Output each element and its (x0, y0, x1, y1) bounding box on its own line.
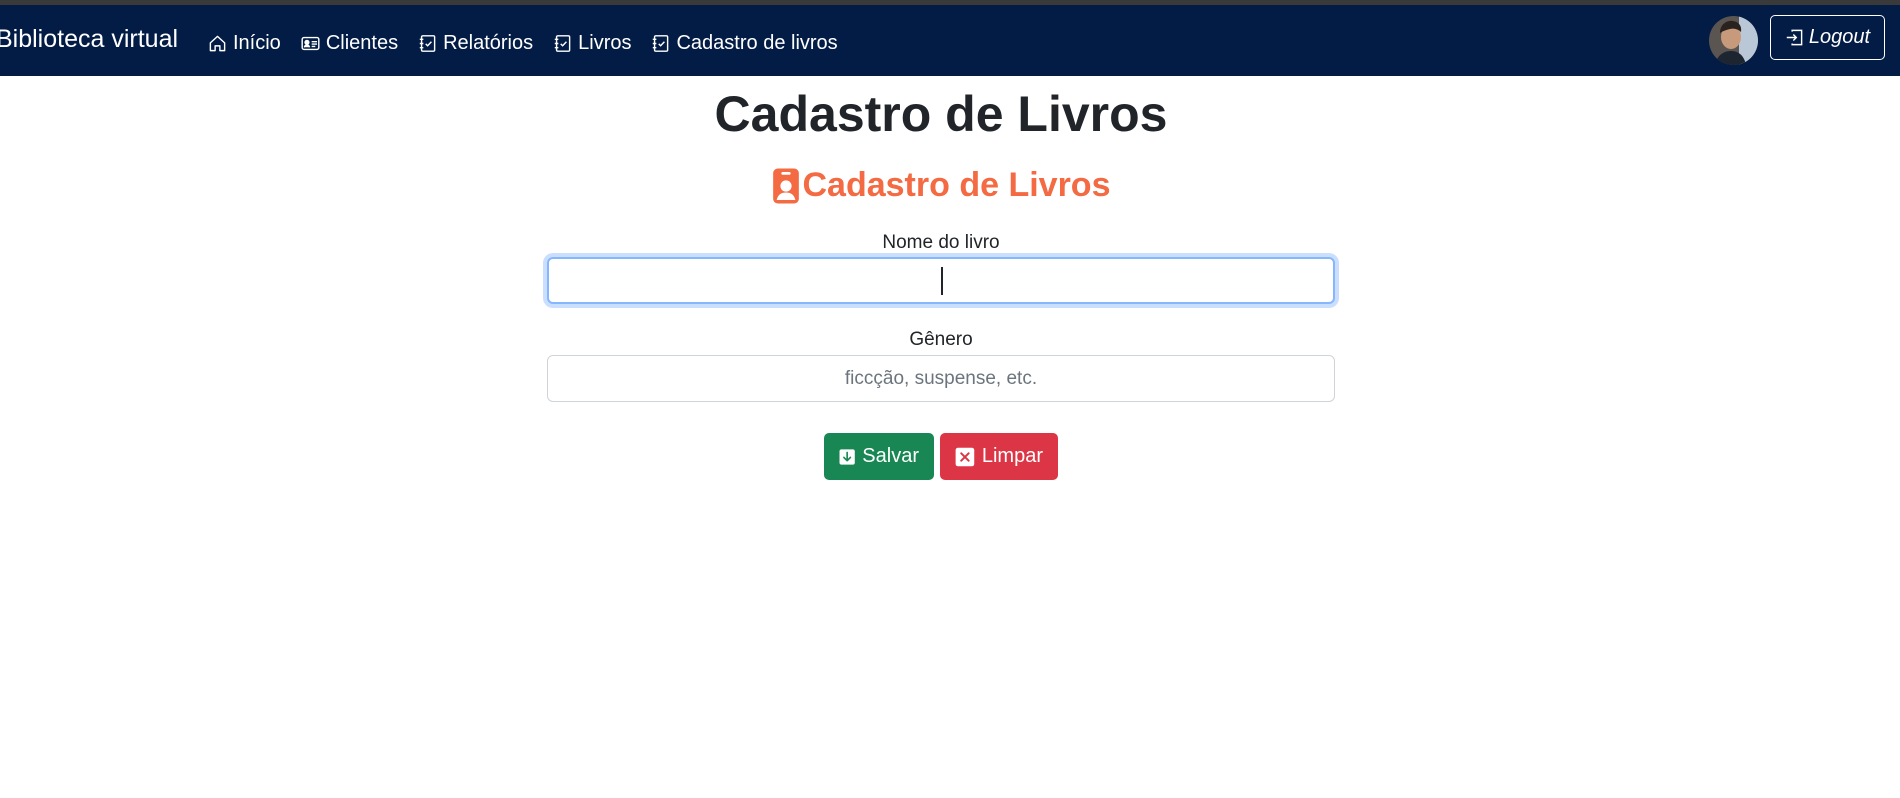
logout-label: Logout (1808, 26, 1871, 48)
logout-button[interactable]: Logout (1770, 15, 1885, 60)
nav-item-label: Livros (578, 31, 632, 54)
clear-button[interactable]: Limpar (940, 433, 1058, 480)
avatar-photo (1709, 16, 1758, 65)
journal-check-icon (419, 34, 436, 52)
form-actions: Salvar Limpar (824, 433, 1064, 480)
text-caret (941, 267, 943, 295)
book-name-label: Nome do livro (882, 232, 1000, 253)
journal-check-icon (653, 34, 669, 52)
nav-item-label: Início (233, 31, 281, 54)
nav-item-label: Relatórios (443, 31, 534, 54)
brand-link[interactable]: Biblioteca virtual (0, 25, 178, 54)
nav-item-livros[interactable]: Livros (553, 32, 631, 55)
nav-item-cadastro-de-livros[interactable]: Cadastro de livros (651, 31, 838, 55)
box-arrow-in-right-icon (1786, 29, 1803, 46)
person-badge-icon (772, 168, 799, 203)
section-title-text: Cadastro de Livros (802, 166, 1111, 204)
nav-item-clientes[interactable]: Clientes (301, 32, 398, 55)
page-title: Cadastro de Livros (714, 86, 1168, 142)
person-vcard-icon (301, 36, 320, 50)
section-title: Cadastro de Livros (0, 166, 1882, 205)
nav-item-label: Cadastro de livros (676, 31, 838, 54)
x-square-icon (955, 447, 975, 466)
avatar[interactable] (1709, 16, 1758, 65)
nav-item-label: Clientes (325, 31, 399, 54)
genre-label: Gênero (909, 329, 973, 350)
download-icon (839, 448, 855, 465)
save-label: Salvar (862, 445, 919, 467)
nav-menu: Início Clientes Relatórios Livros Cadast… (208, 29, 858, 57)
clear-label: Limpar (981, 445, 1043, 467)
nav-item-relatorios[interactable]: Relatórios (418, 32, 533, 55)
nav-item-inicio[interactable]: Início (208, 32, 281, 55)
journal-check-icon (554, 34, 571, 52)
house-icon (209, 35, 226, 51)
navbar: Biblioteca virtual Início Clientes Relat… (0, 5, 1900, 76)
save-button[interactable]: Salvar (824, 433, 934, 480)
genre-input[interactable] (547, 355, 1335, 402)
